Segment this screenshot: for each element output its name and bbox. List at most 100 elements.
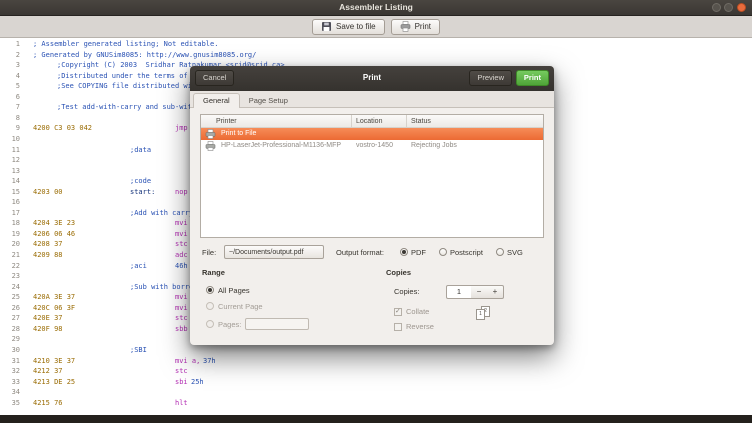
code-token-hex: 4210 3E 37 [33, 356, 76, 365]
checkbox-unchecked-icon[interactable] [394, 322, 402, 331]
code-token-mnemonic: mvi [175, 229, 188, 238]
printer-name: HP-LaserJet-Professional-M1136-MFP [221, 142, 342, 149]
file-button[interactable]: ~/Documents/output.pdf [224, 245, 324, 259]
minimize-button[interactable] [712, 3, 721, 12]
reverse-checkbox[interactable]: Reverse [394, 322, 434, 331]
code-token-number: 37h [203, 356, 216, 365]
radio-icon[interactable] [495, 248, 504, 256]
line-number: 10 [11, 134, 20, 143]
line-number: 29 [11, 335, 20, 344]
code-token-mnemonic: sbb [175, 324, 188, 333]
code-token-mnemonic: adc [175, 251, 188, 259]
copies-increase-button[interactable]: + [487, 285, 504, 299]
radio-icon[interactable] [400, 248, 408, 256]
format-option-pdf[interactable]: PDF [400, 248, 426, 257]
radio-icon[interactable] [439, 248, 447, 256]
range-option-label: Pages: [218, 319, 242, 329]
code-token-hex: 4206 06 46 [33, 229, 76, 238]
print-toolbar-label: Print [414, 22, 432, 31]
code-token-mnemonic: jmp [175, 124, 188, 133]
format-option-postscript[interactable]: Postscript [439, 248, 483, 257]
save-to-file-button[interactable]: Save to file [311, 18, 385, 35]
code-token-comment: ;Sub with borrow [130, 282, 198, 291]
column-header-status[interactable]: Status [411, 116, 431, 128]
preview-button[interactable]: Preview [469, 70, 512, 86]
radio-icon[interactable] [206, 320, 214, 328]
code-line-1: 1 ; Assembler generated listing; Not edit… [0, 39, 752, 50]
radio-icon[interactable] [206, 302, 214, 310]
code-token-comment: ;SBI [130, 345, 147, 354]
line-number: 33 [11, 377, 20, 386]
printer-icon [400, 21, 411, 32]
code-line-31: 31 4210 3E 37 mvi a, 37h [0, 356, 752, 367]
code-token-mnemonic: stc [175, 240, 188, 249]
line-number: 23 [11, 272, 20, 281]
printer-row-1[interactable]: Print to File [201, 128, 543, 140]
tab-page-setup[interactable]: Page Setup [240, 94, 297, 107]
print-confirm-button[interactable]: Print [515, 70, 549, 86]
column-header-printer[interactable]: Printer [216, 116, 237, 128]
collate-preview-icon: 2 1 [476, 306, 492, 322]
format-label: Postscript [450, 247, 483, 257]
printer-name: Print to File [221, 130, 257, 137]
copies-heading: Copies [386, 268, 412, 277]
code-token-hex: 420E 37 [33, 314, 63, 323]
line-number: 9 [15, 124, 20, 133]
pages-entry[interactable] [245, 318, 310, 330]
code-token-mnemonic: mvi [175, 293, 188, 302]
line-number: 4 [15, 71, 20, 80]
code-token-mnemonic: mvi a, [175, 356, 201, 365]
copies-decrease-button[interactable]: − [471, 285, 488, 299]
code-token-hex: 4200 C3 03 042 [33, 124, 93, 133]
line-number: 22 [11, 261, 20, 270]
range-option-current-page[interactable]: Current Page [206, 300, 263, 312]
code-line-30: 30 ;SBI [0, 345, 752, 356]
line-number: 16 [11, 198, 20, 207]
collate-checkbox[interactable]: Collate [394, 307, 429, 316]
code-token-mnemonic: mvi [175, 303, 188, 312]
radio-icon[interactable] [206, 286, 214, 294]
app-window: Assembler Listing Save to file Print 1 ; … [0, 0, 752, 423]
code-token-hex: 4213 DE 25 [33, 377, 76, 386]
code-token-comment: ;code [130, 177, 152, 186]
format-label: SVG [506, 247, 523, 257]
cancel-button[interactable]: Cancel [195, 70, 235, 86]
printer-list-header: Printer Location Status [201, 115, 543, 128]
range-option-pages[interactable]: Pages: [206, 318, 310, 330]
titlebar: Assembler Listing [0, 0, 752, 16]
print-dialog: Print Cancel Preview Print General Page S… [190, 66, 554, 345]
copies-value[interactable]: 1 [446, 285, 472, 299]
line-number: 24 [11, 282, 20, 291]
tab-general[interactable]: General [193, 93, 240, 108]
printer-row-2[interactable]: HP-LaserJet-Professional-M1136-MFP vostro… [201, 140, 543, 152]
dialog-header: Print Cancel Preview Print [190, 66, 554, 91]
format-option-svg[interactable]: SVG [495, 247, 523, 257]
range-options: All Pages Current Page Pages: [206, 284, 376, 336]
code-line-33: 33 4213 DE 25 sbi 25h [0, 377, 752, 388]
code-token-mnemonic: stc [175, 367, 188, 376]
code-token-mnemonic: hlt [175, 398, 188, 407]
printer-list[interactable]: Printer Location Status Print to File HP-… [200, 114, 544, 238]
range-heading: Range [202, 268, 225, 277]
line-number: 19 [11, 229, 20, 238]
checkbox-checked-icon[interactable] [394, 307, 402, 316]
range-option-all-pages[interactable]: All Pages [206, 284, 250, 296]
line-number: 34 [11, 388, 20, 397]
code-token-comment: ;aci [130, 261, 147, 270]
format-radios: PDF Postscript SVG [400, 245, 523, 259]
print-toolbar-button[interactable]: Print [390, 18, 441, 35]
code-token-mnemonic: mvi [175, 219, 188, 228]
line-number: 14 [11, 177, 20, 186]
reverse-label: Reverse [406, 322, 434, 331]
save-icon [321, 21, 332, 32]
code-token-hex: 420F 98 [33, 324, 63, 333]
code-token-hex: 420C 06 3F [33, 303, 76, 312]
line-number: 27 [11, 314, 20, 323]
save-to-file-label: Save to file [335, 22, 376, 31]
line-number: 5 [15, 82, 20, 91]
close-button[interactable] [737, 3, 746, 12]
column-header-location[interactable]: Location [356, 116, 382, 128]
range-option-label: Current Page [218, 301, 263, 311]
printer-icon [205, 141, 216, 156]
maximize-button[interactable] [724, 3, 733, 12]
